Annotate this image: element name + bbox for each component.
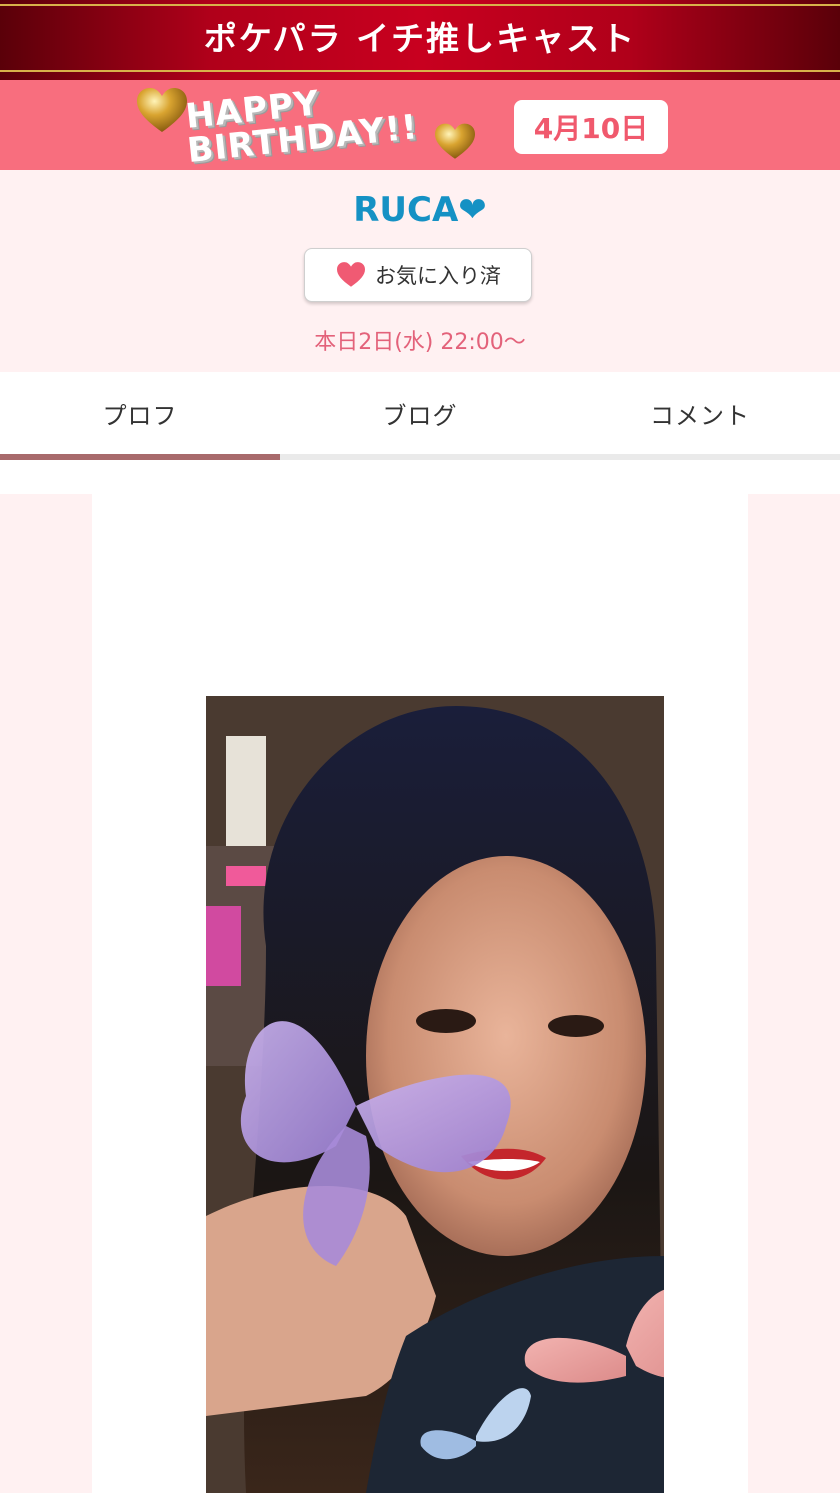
cast-name: RUCA❤ xyxy=(353,190,487,230)
gold-heart-icon xyxy=(435,123,475,159)
schedule-text: 本日2日(水) 22:00〜 xyxy=(314,330,526,355)
happy-birthday-text: HAPPY BIRTHDAY!! xyxy=(184,76,420,171)
favorite-button[interactable]: お気に入り済 xyxy=(304,248,532,302)
header-gold-line-bottom xyxy=(0,70,840,72)
profile-header: RUCA❤ お気に入り済 本日2日(水) 22:00〜 xyxy=(0,170,840,372)
tab-active-indicator xyxy=(0,454,280,460)
favorite-label: お気に入り済 xyxy=(375,264,501,288)
heart-icon xyxy=(337,262,365,287)
cast-photo[interactable] xyxy=(206,696,664,1493)
birthday-banner: HAPPY BIRTHDAY!! 4月10日 xyxy=(0,80,840,171)
tab-bar: プロフ ブログ コメント xyxy=(0,372,840,460)
profile-card xyxy=(92,494,748,1493)
tab-profile[interactable]: プロフ xyxy=(0,372,280,454)
app-header: ポケパラ イチ推しキャスト xyxy=(0,0,840,80)
gold-heart-icon xyxy=(137,88,187,132)
tab-comment[interactable]: コメント xyxy=(560,372,840,454)
profile-content xyxy=(0,494,840,1493)
tab-blog[interactable]: ブログ xyxy=(280,372,560,454)
page-title: ポケパラ イチ推しキャスト xyxy=(203,19,637,58)
birthday-date: 4月10日 xyxy=(514,100,668,154)
cast-photo-illustration xyxy=(206,696,664,1493)
happy-birthday-logo: HAPPY BIRTHDAY!! xyxy=(135,83,480,171)
